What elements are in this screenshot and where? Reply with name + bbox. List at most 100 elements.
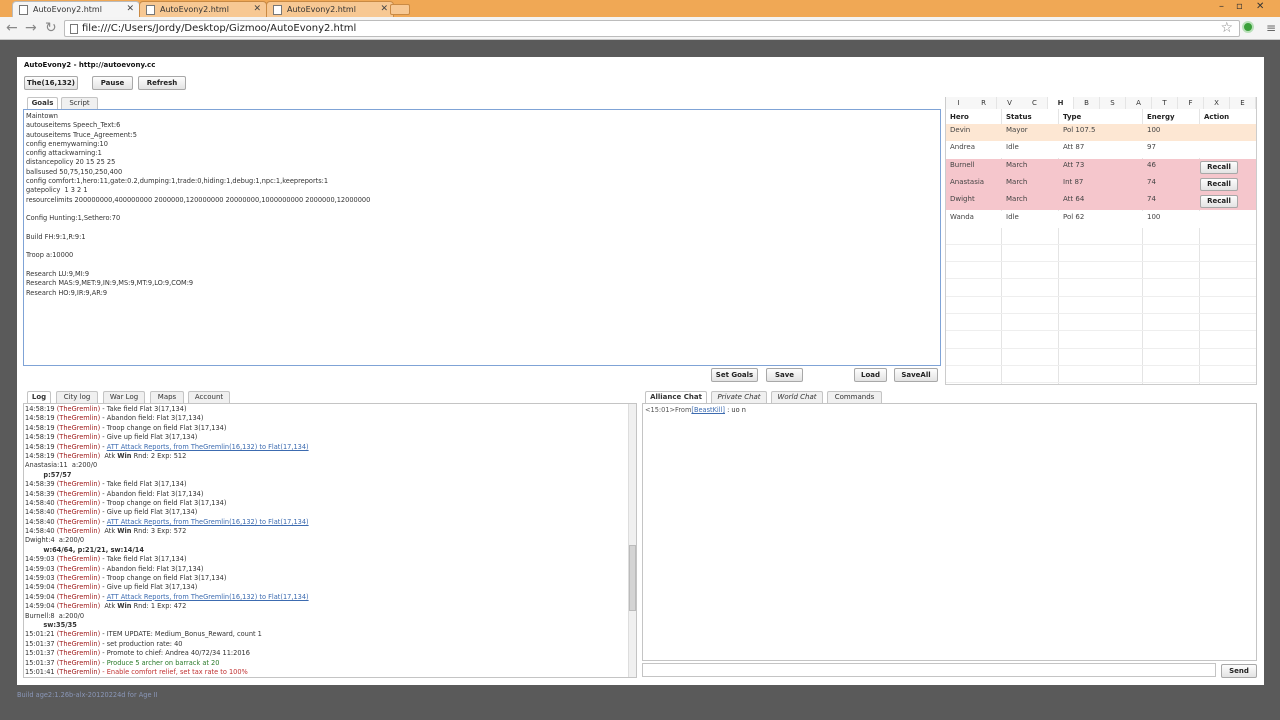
hero-tab[interactable]: X [1204,97,1230,109]
log-view[interactable]: 14:58:19 (TheGremlin) - Take field Flat … [23,403,637,678]
log-time: 14:58:40 [25,517,55,526]
hero-name-cell: Devin [950,126,971,134]
browser-tab[interactable]: AutoEvony2.html ✕ [139,1,267,17]
log-time: 15:01:37 [25,649,55,658]
log-line: 14:58:19 (TheGremlin) - Give up field Fl… [25,433,625,442]
maximize-icon[interactable]: ▫ [1236,1,1243,12]
log-time: 14:59:04 [25,602,55,611]
column-header[interactable]: Status [1002,111,1032,124]
close-icon[interactable]: ✕ [253,4,261,14]
hero-tab[interactable]: A [1126,97,1152,109]
column-header[interactable]: Hero [946,111,969,124]
city-button[interactable]: The(16,132) [24,76,78,90]
goals-editor[interactable]: Maintown autouseitems Speech_Text:6 auto… [23,109,941,366]
close-window-icon[interactable]: ✕ [1256,1,1264,12]
minimize-icon[interactable]: – [1219,1,1224,12]
chat-view[interactable]: <15:01>From[BeastKill] : uo n [642,403,1257,661]
chat-input[interactable] [642,663,1216,677]
extension-icon[interactable] [1242,21,1254,33]
hero-tab[interactable]: T [1152,97,1178,109]
chat-user-link[interactable]: [BeastKill] [691,406,725,414]
log-message: - Produce 5 archer on barrack at 20 [100,658,220,667]
hero-row[interactable]: Devin Mayor Pol 107.5 100 [946,124,1256,141]
tab-war-log[interactable]: War Log [103,391,145,403]
menu-icon[interactable]: ≡ [1266,22,1276,34]
log-player: (TheGremlin) [56,564,101,573]
empty-row [946,280,1256,297]
hero-tab[interactable]: C [1022,97,1048,109]
chat-message: <15:01>From[BeastKill] : uo n [645,406,746,415]
hero-tab[interactable]: B [1074,97,1100,109]
tab-private-chat[interactable]: Private Chat [711,391,767,403]
hero-tab[interactable]: R [971,97,997,109]
new-tab-button[interactable] [390,4,410,15]
browser-tab[interactable]: AutoEvony2.html ✕ [12,1,140,17]
log-message: - Take field Flat 3(17,134) [100,480,187,489]
log-message: - Abandon field: Flat 3(17,134) [100,489,204,498]
forward-arrow-icon[interactable]: → [25,20,37,36]
set-goals-button[interactable]: Set Goals [711,368,758,382]
log-player: (TheGremlin) [56,517,101,526]
log-time: 15:01:21 [25,630,55,639]
log-player: (TheGremlin) [56,630,101,639]
hero-tab[interactable]: V [997,97,1023,109]
log-message: - Troop change on field Flat 3(17,134) [100,423,227,432]
hero-tab[interactable]: S [1100,97,1126,109]
browser-tab[interactable]: AutoEvony2.html ✕ [266,1,394,17]
hero-status-cell: Idle [1006,143,1019,152]
refresh-button[interactable]: Refresh [138,76,186,90]
log-time: 14:59:03 [25,574,55,583]
log-message: - Take field Flat 3(17,134) [100,405,187,413]
hero-tab[interactable]: I [946,97,972,109]
address-bar[interactable]: file:///C:/Users/Jordy/Desktop/Gizmoo/Au… [64,20,1240,37]
log-time: 14:58:40 [25,508,55,517]
column-header[interactable]: Energy [1143,111,1175,124]
empty-row [946,228,1256,245]
page-icon [273,5,282,15]
send-button[interactable]: Send [1221,664,1257,678]
tab-commands[interactable]: Commands [827,391,882,403]
tab-account[interactable]: Account [188,391,230,403]
log-message: - ITEM UPDATE: Medium_Bonus_Reward, coun… [100,630,262,639]
recall-button[interactable]: Recall [1200,160,1238,174]
save-button[interactable]: Save [766,368,803,382]
attack-report-link[interactable]: ATT Attack Reports, from TheGremlin(16,1… [107,443,309,451]
back-arrow-icon[interactable]: ← [6,20,18,36]
log-line: 14:58:40 (TheGremlin) - Troop change on … [25,499,625,508]
log-time: 15:01:37 [25,658,55,667]
tab-city-log[interactable]: City log [56,391,98,403]
attack-report-link[interactable]: ATT Attack Reports, from TheGremlin(16,1… [107,593,309,601]
hero-row[interactable]: Andrea Idle Att 87 97 [946,141,1256,159]
log-player: (TheGremlin) [56,592,101,601]
log-line: 14:59:04 (TheGremlin) - Give up field Fl… [25,583,625,592]
bookmark-star-icon[interactable]: ☆ [1220,20,1233,36]
browser-tab-title: AutoEvony2.html [33,5,102,14]
tab-script[interactable]: Script [61,97,98,109]
attack-report-link[interactable]: ATT Attack Reports, from TheGremlin(16,1… [107,518,309,526]
log-time: 14:58:19 [25,423,55,432]
recall-button[interactable]: Recall [1200,195,1238,209]
log-line: Dwight:4 a:200/0 [25,536,625,545]
pause-button[interactable]: Pause [92,76,133,90]
hero-row[interactable]: Wanda Idle Pol 62 100 [946,210,1256,228]
recall-button[interactable]: Recall [1200,177,1238,191]
save-all-button[interactable]: SaveAll [894,368,938,382]
build-status: Build age2:1.26b-alx-20120224d for Age I… [17,691,158,699]
close-icon[interactable]: ✕ [126,4,134,14]
tab-world-chat[interactable]: World Chat [771,391,823,403]
load-button[interactable]: Load [854,368,887,382]
log-scrollbar[interactable] [628,404,636,677]
hero-tab[interactable]: F [1178,97,1204,109]
column-header[interactable]: Action [1200,111,1229,124]
tab-maps[interactable]: Maps [150,391,184,403]
hero-tab[interactable]: E [1230,97,1256,109]
log-scroll-thumb[interactable] [629,545,636,611]
log-line: p:57/57 [25,471,625,480]
hero-energy-cell: 100 [1147,126,1161,134]
hero-tab[interactable]: H [1048,97,1074,109]
reload-icon[interactable]: ↻ [45,20,57,36]
log-message: Atk Win Rnd: 1 Exp: 472 [100,602,187,611]
column-header[interactable]: Type [1059,111,1081,124]
log-detail: sw:35/35 [25,620,77,629]
close-icon[interactable]: ✕ [380,4,388,14]
